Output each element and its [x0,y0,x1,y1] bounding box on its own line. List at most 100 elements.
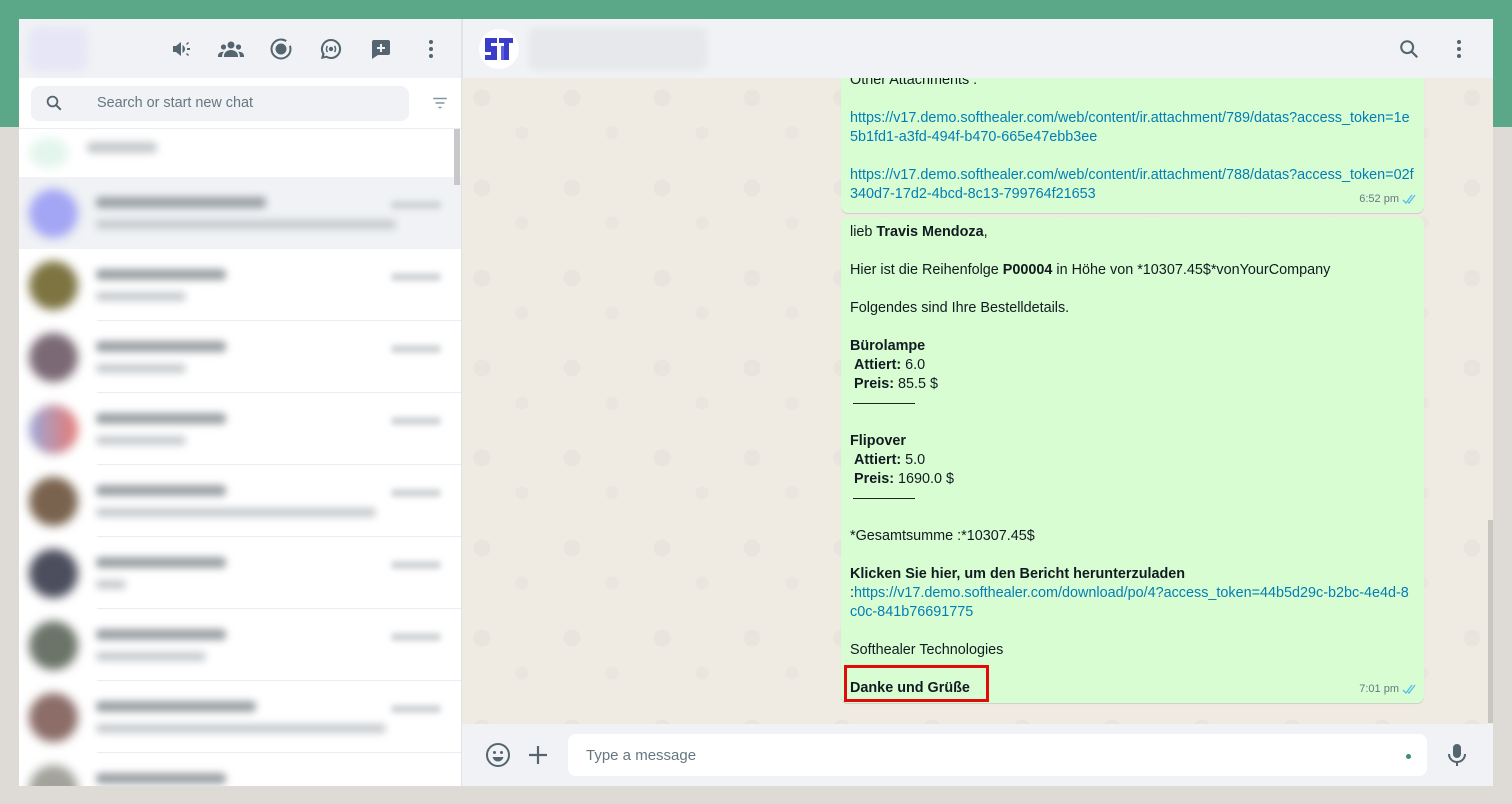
price-label: Preis: [854,376,894,392]
message-time: 7:01 pm [1359,683,1399,695]
message-input[interactable] [584,745,1411,765]
new-chat-icon [372,39,390,59]
filter-icon [433,97,447,109]
message-input-box[interactable] [568,734,1427,776]
status-button[interactable] [261,29,301,69]
item-name: Flipover [850,433,906,449]
message-meta: 7:01 pm [1359,680,1418,699]
search-icon [1400,39,1419,58]
download-label: Klicken Sie hier, um den Bericht herunte… [850,566,1186,582]
menu-icon [1457,39,1461,58]
attach-icon [529,746,547,764]
status-dot [1406,754,1411,759]
announcement-button[interactable] [161,29,201,69]
qty-label: Attiert: [854,452,902,468]
search-icon [31,94,77,112]
attachment-link[interactable]: https://v17.demo.softhealer.com/web/cont… [850,110,1410,145]
avatar [29,692,78,742]
message-meta: 6:52 pm [1359,190,1418,209]
list-item[interactable] [19,177,461,249]
list-item[interactable] [19,681,461,753]
separator-line [853,402,915,404]
conversation-search-button[interactable] [1389,29,1429,69]
channels-button[interactable] [311,29,351,69]
conversation-menu-button[interactable] [1439,29,1479,69]
message-bubble: Other Attachments : https://v17.demo.sof… [841,78,1424,213]
communities-button[interactable] [211,29,251,69]
message-time: 6:52 pm [1359,193,1399,205]
list-item[interactable] [19,753,461,786]
order-suffix: in Höhe von *10307.45$*vonYourCompany [1052,262,1331,278]
chat-time [391,633,441,641]
order-line: Hier ist die Reihenfolge P00004 in Höhe … [850,261,1415,280]
composer [462,724,1493,786]
chat-time [391,273,441,281]
price-value: 1690.0 $ [894,471,955,487]
order-prefix: Hier ist die Reihenfolge [850,262,1003,278]
chat-time [391,201,441,209]
profile-avatar[interactable] [29,26,87,71]
avatar [29,332,78,382]
filter-button[interactable] [409,94,449,112]
search-row [19,78,461,129]
greeting-line: lieb Travis Mendoza, [850,223,1415,242]
greeting-suffix: , [983,224,988,240]
list-item[interactable] [19,537,461,609]
contact-avatar[interactable] [479,28,519,69]
list-item[interactable] [19,609,461,681]
attachment-link[interactable]: https://v17.demo.softhealer.com/web/cont… [850,167,1414,202]
channels-icon [320,38,342,59]
item-name: Bürolampe [850,338,926,354]
chat-time [391,705,441,713]
new-chat-button[interactable] [361,29,401,69]
list-item[interactable] [19,321,461,393]
conversation-panel: Other Attachments : https://v17.demo.sof… [462,19,1493,786]
avatar [29,764,78,786]
avatar [29,404,78,454]
chat-list [19,129,461,786]
customer-name: Travis Mendoza [876,224,984,240]
read-ticks-icon [1402,684,1416,694]
attach-button[interactable] [518,735,558,775]
search-box[interactable] [31,85,409,121]
chat-time [391,489,441,497]
price-value: 85.5 $ [894,376,939,392]
list-item[interactable] [19,249,461,321]
price-label: Preis: [854,471,894,487]
sidebar [19,19,462,786]
chat-time [391,345,441,353]
message-scrollbar[interactable] [1488,520,1493,723]
sidebar-scrollbar[interactable] [454,129,460,185]
chat-time [391,417,441,425]
whatsapp-app: Other Attachments : https://v17.demo.sof… [19,19,1493,786]
qty-label: Attiert: [854,357,902,373]
status-icon [270,38,292,59]
softhealer-logo-icon [485,37,513,60]
conversation-header [462,19,1493,78]
message-area: Other Attachments : https://v17.demo.sof… [462,78,1493,724]
community-icon [218,41,244,57]
avatar [29,138,69,168]
emoji-button[interactable] [478,735,518,775]
voice-message-button[interactable] [1437,735,1477,775]
download-link[interactable]: https://v17.demo.softhealer.com/download… [850,585,1409,620]
message-bubble: lieb Travis Mendoza, Hier ist die Reihen… [841,217,1424,703]
chat-preview [96,773,451,786]
details-intro: Folgendes sind Ihre Bestelldetails. [850,300,1070,316]
avatar [29,188,78,238]
avatar [29,620,78,670]
greeting-prefix: lieb [850,224,877,240]
avatar [29,476,78,526]
company-name: Softhealer Technologies [850,642,1004,658]
list-item[interactable] [19,465,461,537]
emoji-icon [486,743,510,767]
list-item[interactable] [19,393,461,465]
list-item[interactable] [19,129,461,177]
highlight-box [844,665,989,702]
separator-line [853,497,915,499]
contact-name[interactable] [529,27,707,70]
sidebar-menu-button[interactable] [411,29,451,69]
search-input[interactable] [95,94,409,112]
message-text: Other Attachments : [850,78,978,88]
total-line: *Gesamtsumme :*10307.45$ [850,528,1035,544]
